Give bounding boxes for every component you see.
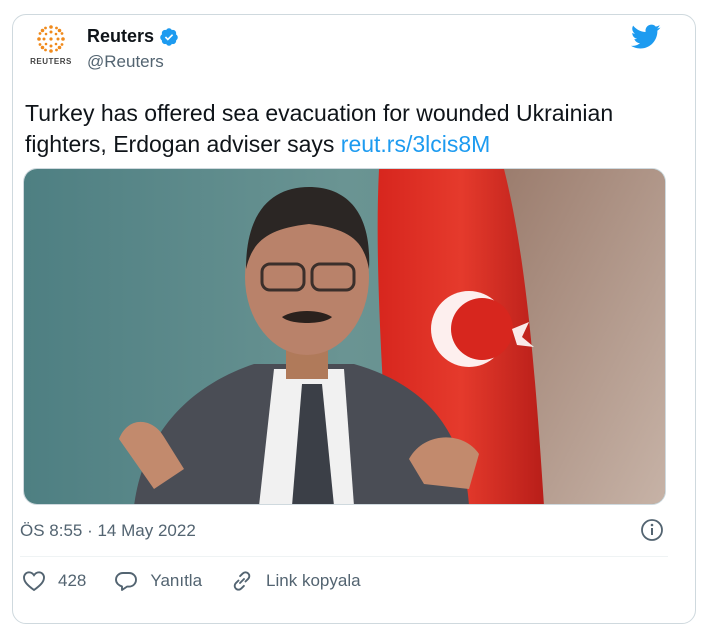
- like-button[interactable]: 428: [22, 570, 86, 592]
- tweet-meta: ÖS 8:55 · 14 May 2022: [20, 517, 670, 545]
- reply-label: Yanıtla: [150, 571, 203, 590]
- tweet-timestamp[interactable]: ÖS 8:55 · 14 May 2022: [20, 521, 196, 541]
- info-icon[interactable]: [640, 518, 664, 542]
- reply-button[interactable]: Yanıtla: [114, 570, 202, 592]
- tweet-header: REUTERS Reuters @Reuters: [25, 24, 665, 84]
- display-name[interactable]: Reuters: [87, 26, 154, 47]
- divider: [20, 556, 668, 557]
- display-name-row[interactable]: Reuters: [87, 26, 179, 47]
- tweet-actions: 428 Yanıtla Link kopyala: [22, 566, 389, 596]
- reuters-dots-logo-icon: [37, 25, 65, 53]
- heart-icon: [23, 571, 45, 592]
- tweet-text: Turkey has offered sea evacuation for wo…: [25, 98, 675, 160]
- like-count: 428: [58, 571, 87, 590]
- tweet-photo[interactable]: [23, 168, 666, 505]
- photo-man-with-turkish-flag: [24, 169, 665, 504]
- account-names: Reuters @Reuters: [87, 26, 179, 72]
- tweet-link[interactable]: reut.rs/3lcis8M: [341, 131, 491, 157]
- tweet-body: Turkey has offered sea evacuation for wo…: [25, 100, 614, 157]
- twitter-bird-icon[interactable]: [631, 24, 661, 50]
- copy-link-button[interactable]: Link kopyala: [230, 569, 361, 593]
- reuters-logo[interactable]: REUTERS: [25, 24, 77, 76]
- copy-link-label: Link kopyala: [266, 571, 361, 590]
- verified-badge-icon: [160, 27, 178, 46]
- reuters-wordmark: REUTERS: [30, 57, 72, 66]
- account-handle[interactable]: @Reuters: [87, 52, 179, 72]
- link-icon: [233, 571, 251, 591]
- reply-icon: [115, 572, 138, 591]
